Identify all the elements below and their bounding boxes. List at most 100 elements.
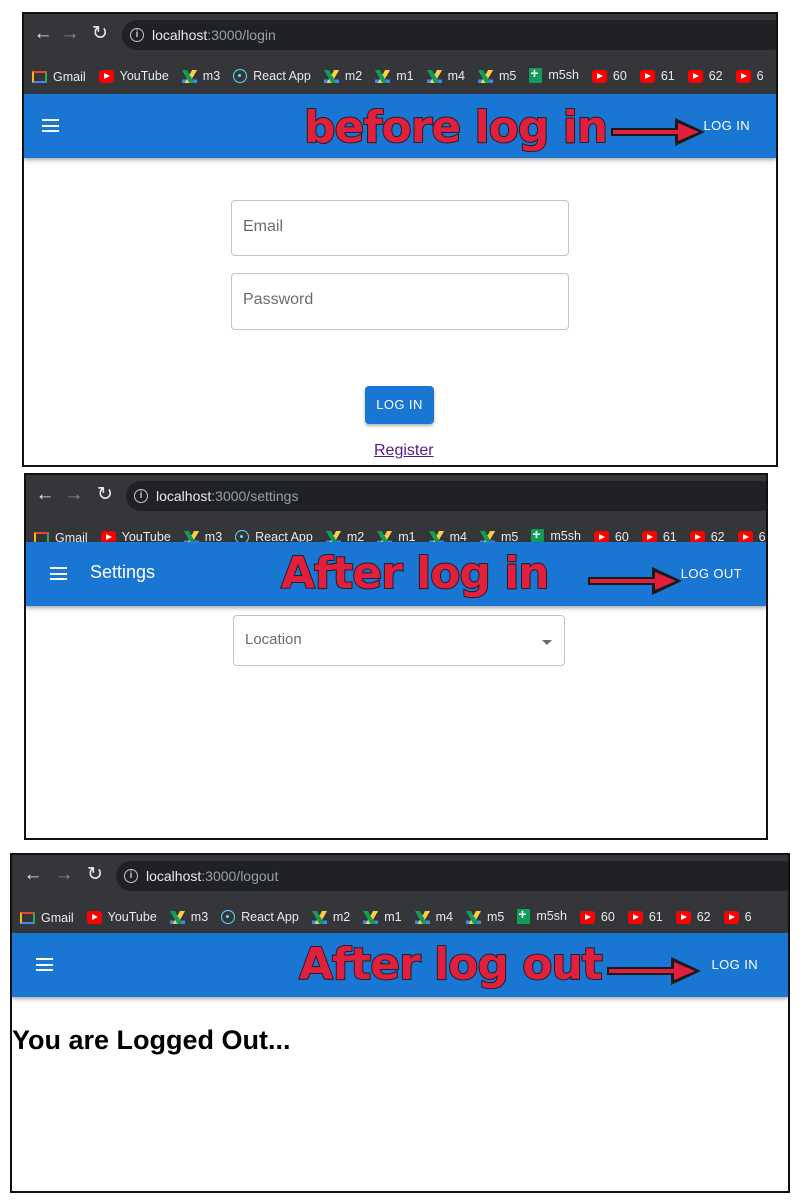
address-bar[interactable]: i localhost:3000/logout bbox=[116, 861, 788, 891]
drive-icon bbox=[375, 69, 391, 83]
login-button[interactable]: LOG IN bbox=[365, 386, 434, 424]
bookmark-label: React App bbox=[241, 909, 299, 924]
bookmark-item[interactable]: 61 bbox=[627, 898, 663, 935]
bookmark-label: 62 bbox=[708, 69, 723, 83]
reload-icon[interactable]: ↻ bbox=[89, 23, 111, 45]
bookmark-item[interactable]: 6 bbox=[735, 57, 764, 94]
bookmarks-bar: Gmail YouTube m3 React App m2 m1 m4 m5 m5sh 60 61 6… bbox=[12, 897, 788, 935]
forward-icon[interactable]: → bbox=[63, 484, 85, 506]
email-field[interactable]: Email bbox=[231, 200, 569, 256]
forward-icon[interactable]: → bbox=[59, 23, 81, 45]
bookmark-label: m5sh bbox=[548, 68, 579, 82]
annotation-arrow-icon bbox=[588, 567, 682, 595]
location-select[interactable]: Location bbox=[233, 615, 565, 666]
bookmark-item[interactable]: m4 bbox=[414, 898, 453, 935]
url-path: :3000/settings bbox=[211, 488, 299, 504]
bookmark-label: m3 bbox=[202, 69, 221, 83]
bookmark-item[interactable]: m5 bbox=[465, 898, 505, 935]
bookmark-item[interactable]: React App bbox=[233, 57, 311, 95]
bookmark-item[interactable]: YouTube bbox=[86, 898, 157, 935]
email-placeholder: Email bbox=[243, 218, 284, 235]
annotation-after-logout: After log out bbox=[298, 939, 604, 990]
bookmark-item[interactable]: React App bbox=[221, 898, 299, 936]
password-field[interactable]: Password bbox=[231, 273, 569, 330]
bookmark-item[interactable]: Gmail bbox=[20, 899, 74, 936]
location-placeholder: Location bbox=[245, 631, 302, 648]
bookmark-item[interactable]: 61 bbox=[639, 57, 675, 94]
bookmark-label: m2 bbox=[344, 69, 363, 83]
menu-icon[interactable] bbox=[36, 958, 53, 971]
browser-toolbar: ← → ↻ i localhost:3000/login bbox=[24, 14, 776, 56]
bookmark-label: m4 bbox=[447, 69, 465, 83]
login-nav-button[interactable]: LOG IN bbox=[704, 118, 750, 133]
reload-icon[interactable]: ↻ bbox=[94, 484, 116, 506]
site-info-icon[interactable]: i bbox=[130, 28, 144, 42]
yt-icon bbox=[98, 69, 114, 83]
react-icon bbox=[233, 68, 248, 83]
bookmark-item[interactable]: m3 bbox=[169, 898, 208, 935]
site-info-icon[interactable]: i bbox=[124, 869, 138, 883]
bookmark-item[interactable]: Gmail bbox=[32, 58, 86, 95]
bookmark-item[interactable]: m5sh bbox=[517, 897, 567, 935]
url-path: :3000/login bbox=[207, 27, 276, 43]
bookmark-item[interactable]: m3 bbox=[181, 57, 221, 94]
address-bar[interactable]: i localhost:3000/settings bbox=[126, 481, 766, 511]
bookmark-item[interactable]: 60 bbox=[591, 57, 627, 94]
drive-icon bbox=[465, 910, 481, 924]
menu-icon[interactable] bbox=[50, 567, 67, 580]
yt-icon bbox=[735, 69, 751, 83]
drive-icon bbox=[414, 910, 430, 924]
bookmark-item[interactable]: m5 bbox=[477, 57, 516, 94]
bookmark-item[interactable]: m2 bbox=[311, 898, 351, 935]
bookmark-item[interactable]: m1 bbox=[363, 898, 402, 935]
bookmark-label: YouTube bbox=[107, 910, 157, 924]
drive-icon bbox=[477, 69, 493, 83]
reload-icon[interactable]: ↻ bbox=[84, 864, 106, 886]
drive-icon bbox=[311, 910, 327, 924]
bookmark-item[interactable]: m4 bbox=[426, 57, 465, 94]
bookmark-item[interactable]: 62 bbox=[687, 57, 723, 94]
logged-out-message: You are Logged Out... bbox=[12, 1025, 291, 1055]
drive-icon bbox=[181, 69, 197, 83]
bookmark-label: m2 bbox=[332, 910, 351, 924]
bookmark-item[interactable]: YouTube bbox=[98, 57, 169, 94]
register-link[interactable]: Register bbox=[374, 442, 434, 460]
yt-icon bbox=[687, 69, 703, 83]
drive-icon bbox=[323, 69, 339, 83]
bookmark-item[interactable]: m5sh bbox=[529, 56, 579, 94]
back-icon[interactable]: ← bbox=[32, 23, 54, 45]
bookmark-item[interactable]: m1 bbox=[375, 57, 414, 94]
page-title: Settings bbox=[90, 562, 156, 582]
bookmark-label: 6 bbox=[756, 69, 764, 83]
screenshot-after-logout: ← → ↻ i localhost:3000/logout Gmail YouTu… bbox=[10, 853, 790, 1193]
url-path: :3000/logout bbox=[201, 868, 279, 884]
bookmark-label: m1 bbox=[384, 910, 402, 924]
yt-icon bbox=[86, 910, 102, 924]
site-info-icon[interactable]: i bbox=[134, 489, 148, 503]
menu-icon[interactable] bbox=[42, 119, 59, 132]
address-bar[interactable]: i localhost:3000/login bbox=[122, 20, 776, 50]
back-icon[interactable]: ← bbox=[22, 864, 44, 886]
drive-icon bbox=[363, 910, 379, 924]
dropdown-arrow-icon bbox=[542, 640, 552, 645]
yt-icon bbox=[591, 69, 607, 83]
bookmark-label: 60 bbox=[612, 69, 627, 83]
url-host: localhost bbox=[156, 488, 212, 504]
bookmark-item[interactable]: 60 bbox=[579, 898, 615, 935]
bookmark-label: m5 bbox=[486, 910, 505, 924]
back-icon[interactable]: ← bbox=[34, 484, 56, 506]
bookmark-item[interactable]: 62 bbox=[675, 898, 711, 935]
screenshot-after-login: ← → ↻ i localhost:3000/settings Gmail You… bbox=[24, 473, 768, 840]
bookmark-label: m5sh bbox=[550, 529, 581, 543]
url-host: localhost bbox=[146, 868, 202, 884]
bookmark-label: m5sh bbox=[536, 909, 567, 923]
screenshot-before-login: ← → ↻ i localhost:3000/login Gmail YouTub… bbox=[22, 12, 778, 467]
forward-icon[interactable]: → bbox=[53, 864, 75, 886]
bookmark-item[interactable]: 6 bbox=[723, 898, 752, 935]
password-placeholder: Password bbox=[243, 291, 314, 308]
logout-nav-button[interactable]: LOG OUT bbox=[681, 566, 742, 581]
login-nav-button[interactable]: LOG IN bbox=[712, 957, 758, 972]
annotation-before-login: before log in bbox=[303, 102, 609, 153]
react-icon bbox=[221, 909, 236, 924]
bookmark-item[interactable]: m2 bbox=[323, 57, 363, 94]
